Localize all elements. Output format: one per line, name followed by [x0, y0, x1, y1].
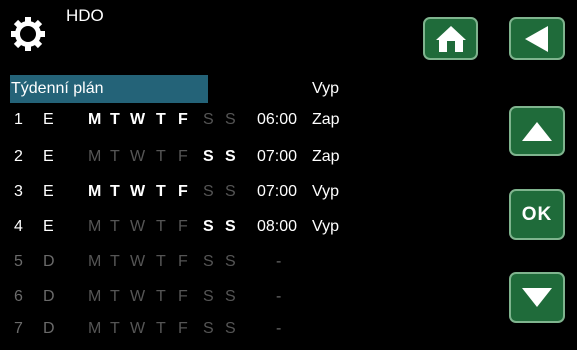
row-time: -	[276, 253, 282, 270]
day-letter: S	[203, 183, 214, 200]
row-number: 3	[14, 183, 23, 200]
day-letter: T	[110, 320, 120, 337]
day-letter: F	[178, 218, 188, 235]
day-letter: S	[203, 288, 214, 305]
row-type: D	[43, 288, 55, 305]
day-letter: M	[88, 183, 102, 200]
day-letter: T	[156, 218, 166, 235]
row-state: Zap	[312, 148, 340, 165]
day-letter: F	[178, 148, 188, 165]
up-arrow-icon	[522, 122, 552, 141]
day-letter: T	[156, 320, 166, 337]
day-letter: S	[225, 288, 236, 305]
row-type: E	[43, 183, 54, 200]
day-letter: F	[178, 183, 188, 200]
day-letter: S	[203, 148, 214, 165]
weekly-plan-header[interactable]: Týdenní plán	[10, 75, 208, 103]
day-letter: W	[130, 148, 146, 165]
day-letter: M	[88, 288, 102, 305]
weekly-plan-label: Týdenní plán	[11, 80, 104, 97]
row-type: D	[43, 253, 55, 270]
day-letter: F	[178, 320, 188, 337]
back-button[interactable]	[509, 17, 565, 60]
day-letter: T	[156, 111, 166, 128]
row-type: E	[43, 148, 54, 165]
page-title: HDO	[66, 6, 104, 25]
day-letter: W	[130, 320, 146, 337]
day-letter: S	[225, 183, 236, 200]
day-letter: S	[203, 111, 214, 128]
day-letter: M	[88, 218, 102, 235]
day-letter: M	[88, 253, 102, 270]
day-letter: S	[203, 253, 214, 270]
down-arrow-icon	[522, 287, 552, 307]
scroll-up-button[interactable]	[509, 106, 565, 156]
day-letter: T	[110, 148, 120, 165]
day-letter: T	[110, 218, 120, 235]
day-letter: W	[130, 218, 146, 235]
day-letter: T	[156, 183, 166, 200]
day-letter: W	[130, 183, 146, 200]
day-letter: T	[110, 288, 120, 305]
day-letter: S	[225, 111, 236, 128]
day-letter: S	[225, 148, 236, 165]
day-letter: S	[203, 320, 214, 337]
back-arrow-icon	[525, 25, 548, 52]
day-letter: S	[203, 218, 214, 235]
day-letter: W	[130, 111, 146, 128]
day-letter: T	[110, 111, 120, 128]
row-time: 07:00	[257, 183, 298, 200]
day-letter: F	[178, 111, 188, 128]
day-letter: M	[88, 111, 102, 128]
home-button[interactable]	[423, 17, 478, 60]
day-letter: F	[178, 253, 188, 270]
row-type: E	[43, 111, 54, 128]
row-type: E	[43, 218, 54, 235]
day-letter: T	[156, 253, 166, 270]
row-time: 08:00	[257, 218, 298, 235]
row-number: 4	[14, 218, 23, 235]
day-letter: W	[130, 253, 146, 270]
ok-button[interactable]: OK	[509, 189, 565, 240]
row-state: Zap	[312, 111, 340, 128]
row-time: -	[276, 320, 282, 337]
day-letter: W	[130, 288, 146, 305]
day-letter: S	[225, 320, 236, 337]
row-state: Vyp	[312, 218, 339, 235]
day-letter: M	[88, 320, 102, 337]
day-letter: T	[156, 288, 166, 305]
row-time: 06:00	[257, 111, 298, 128]
ok-label: OK	[521, 203, 553, 225]
row-number: 5	[14, 253, 23, 270]
day-letter: T	[110, 183, 120, 200]
day-letter: S	[225, 218, 236, 235]
day-letter: T	[156, 148, 166, 165]
day-letter: S	[225, 253, 236, 270]
row-time: -	[276, 288, 282, 305]
day-letter: M	[88, 148, 102, 165]
row-number: 2	[14, 148, 23, 165]
row-type: D	[43, 320, 55, 337]
row-state: Vyp	[312, 183, 339, 200]
gear-icon	[11, 17, 45, 51]
scroll-down-button[interactable]	[509, 272, 565, 323]
weekly-plan-state[interactable]: Vyp	[312, 80, 339, 98]
home-icon	[435, 25, 466, 52]
row-number: 7	[14, 320, 23, 337]
row-number: 1	[14, 111, 23, 128]
day-letter: T	[110, 253, 120, 270]
day-letter: F	[178, 288, 188, 305]
row-number: 6	[14, 288, 23, 305]
row-time: 07:00	[257, 148, 298, 165]
